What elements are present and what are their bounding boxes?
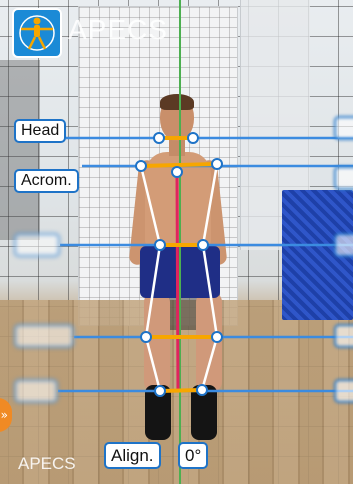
right-acromion-point[interactable] — [211, 158, 223, 170]
app-title: APECS — [68, 14, 168, 45]
left-trunk-line — [139, 165, 162, 246]
right-knee-point[interactable] — [211, 331, 223, 343]
acromion-value-tag[interactable] — [334, 166, 353, 190]
right-hip-point[interactable] — [197, 239, 209, 251]
vitruvian-man-icon — [19, 15, 55, 51]
ankle-segment — [159, 388, 203, 393]
hips-value-tag[interactable] — [334, 233, 353, 257]
head-left-point[interactable] — [153, 132, 165, 144]
right-ankle-point[interactable] — [196, 384, 208, 396]
camera-view: APECS Head Acrom. » APECS Align. 0° — [0, 0, 353, 484]
right-trunk-line — [201, 163, 219, 246]
body-midline — [175, 171, 180, 393]
left-knee-point[interactable] — [140, 331, 152, 343]
knees-value-tag[interactable] — [334, 324, 353, 348]
right-shin-line — [200, 336, 219, 391]
left-thigh-line — [144, 244, 162, 338]
head-right-point[interactable] — [187, 132, 199, 144]
feet-label[interactable] — [14, 379, 58, 403]
right-thigh-line — [201, 244, 219, 338]
sternal-point[interactable] — [171, 166, 183, 178]
head-label[interactable]: Head — [14, 119, 67, 143]
align-button[interactable]: Align. — [104, 442, 161, 469]
shoulder-segment — [140, 162, 218, 168]
hips-label[interactable] — [14, 233, 60, 257]
left-shin-line — [144, 336, 162, 392]
left-hip-point[interactable] — [154, 239, 166, 251]
angle-readout: 0° — [178, 442, 209, 469]
left-ankle-point[interactable] — [154, 385, 166, 397]
double-chevron-right-icon: » — [0, 408, 8, 422]
app-logo — [12, 8, 62, 58]
knees-label[interactable] — [14, 324, 74, 348]
footer-brand: APECS — [18, 454, 76, 473]
acromion-label[interactable]: Acrom. — [14, 169, 79, 193]
left-acromion-point[interactable] — [135, 160, 147, 172]
feet-value-tag[interactable] — [334, 379, 353, 403]
head-value-tag[interactable] — [334, 116, 353, 140]
